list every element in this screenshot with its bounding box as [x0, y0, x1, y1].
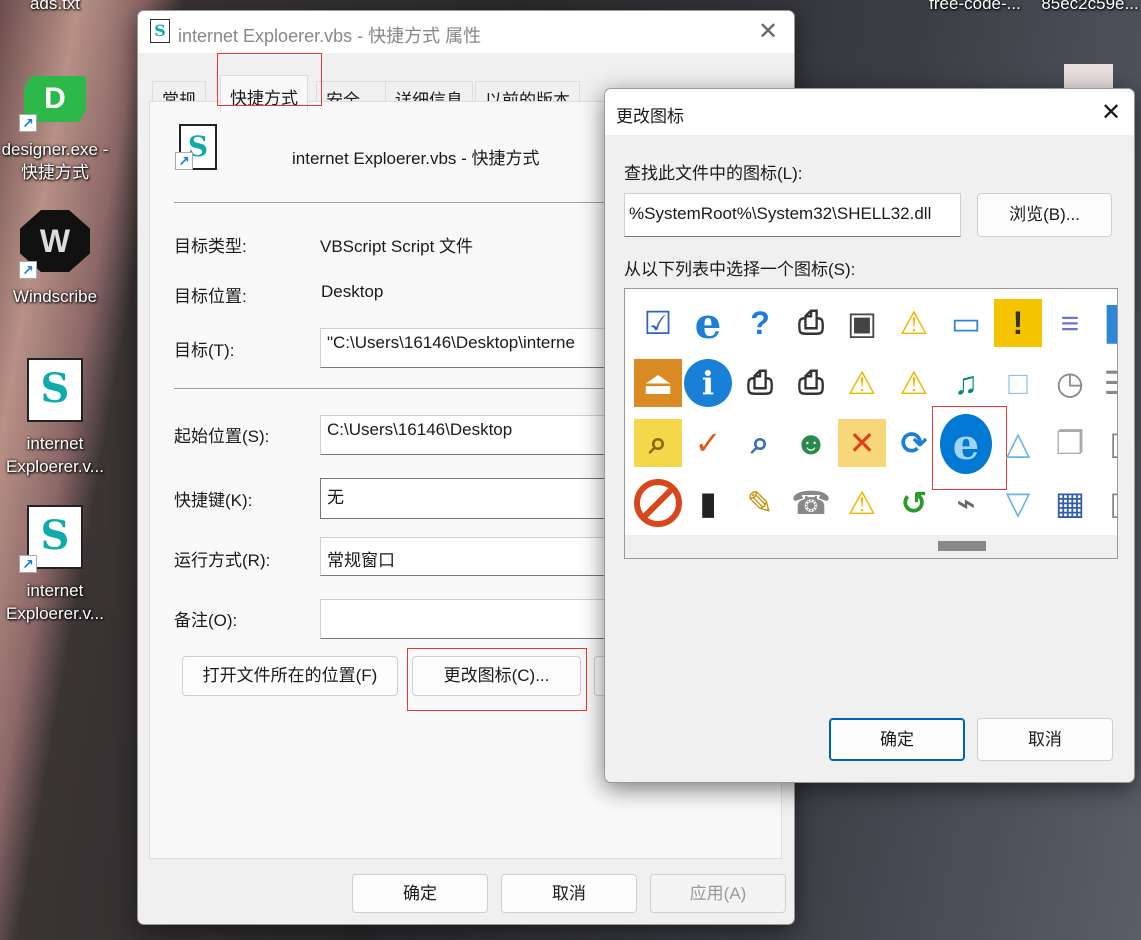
- warning-icon[interactable]: ⚠: [838, 479, 886, 527]
- cancel-button[interactable]: 取消: [501, 874, 637, 913]
- open-file-location-button[interactable]: 打开文件所在的位置(F): [182, 656, 398, 696]
- icon-list[interactable]: ☑e?⎙▣⚠▭!≡▌⏏i⎙⎙⚠⚠♫□◷☰⌕✓⌕☻✕⟳e△❐▯▮✎☎⚠↺⌁▽▦▯: [624, 288, 1118, 559]
- desktop-label-ads[interactable]: ads.txt: [0, 0, 115, 15]
- target-label: 目标(T):: [174, 341, 235, 360]
- desktop-label-free-code[interactable]: free-code-...: [915, 0, 1035, 15]
- triangle-up-icon[interactable]: △: [994, 419, 1042, 467]
- column-icon[interactable]: ▯: [1094, 479, 1117, 527]
- shortcut-arrow-icon: ↗: [175, 152, 193, 170]
- warning-icon[interactable]: ⚠: [890, 299, 938, 347]
- target-type-value: VBScript Script 文件: [320, 237, 474, 256]
- vbs-script-icon: S: [27, 358, 83, 422]
- multimedia-icon[interactable]: ♫: [942, 359, 990, 407]
- highlight-box: [407, 648, 587, 711]
- horizontal-scrollbar[interactable]: [625, 535, 1117, 558]
- stacked-pages-icon[interactable]: ❐: [1046, 419, 1094, 467]
- warning-icon[interactable]: ⚠: [890, 359, 938, 407]
- window-title: internet Exploerer.vbs - 快捷方式 属性: [178, 26, 482, 46]
- usb-drive-icon[interactable]: ⌁: [942, 479, 990, 527]
- run-label: 运行方式(R):: [174, 551, 271, 570]
- desktop-icon-label: internet Exploerer.v...: [6, 581, 104, 623]
- comment-label: 备注(O):: [174, 611, 238, 630]
- printer-check-icon[interactable]: ✓: [684, 419, 732, 467]
- window-icon[interactable]: ▭: [942, 299, 990, 347]
- clock-restore-icon[interactable]: ↺: [890, 479, 938, 527]
- eject-icon[interactable]: ⏏: [634, 359, 682, 407]
- target-location-label: 目标位置:: [174, 287, 247, 306]
- change-icon-dialog: 更改图标 ✕ 查找此文件中的图标(L): %SystemRoot%\System…: [604, 88, 1135, 783]
- printer-search-icon[interactable]: ⌕: [736, 419, 784, 467]
- shortcut-arrow-icon: ↗: [19, 114, 37, 132]
- shortcut-arrow-icon: ↗: [19, 555, 37, 573]
- desktop-icon-label: Windscribe: [12, 287, 98, 306]
- checklist-icon[interactable]: ☑: [634, 299, 682, 347]
- highlight-box: [217, 53, 322, 106]
- target-type-label: 目标类型:: [174, 237, 247, 256]
- target-location-value: Desktop: [321, 282, 384, 301]
- icon-list-label: 从以下列表中选择一个图标(S):: [624, 260, 856, 279]
- browse-button[interactable]: 浏览(B)...: [977, 193, 1112, 237]
- dialog-ok-button[interactable]: 确定: [829, 718, 965, 761]
- desktop-icon-designer[interactable]: D ↗ designer.exe - 快捷方式: [0, 70, 110, 190]
- title-bar: S internet Exploerer.vbs - 快捷方式 属性 ✕: [138, 11, 794, 53]
- document-icon[interactable]: ☰: [1094, 359, 1117, 407]
- blank-square-icon[interactable]: □: [994, 359, 1042, 407]
- desktop-label-85ec[interactable]: 85ec2c59e...: [1030, 0, 1141, 15]
- apply-button[interactable]: 应用(A): [650, 874, 786, 913]
- printer-users-icon[interactable]: ☻: [787, 419, 835, 467]
- printer-paused-icon[interactable]: ⎙: [787, 299, 835, 347]
- printer-paused-icon[interactable]: ⎙: [787, 359, 835, 407]
- server-check-icon[interactable]: ▮: [684, 479, 732, 527]
- triangle-down-icon[interactable]: ▽: [994, 479, 1042, 527]
- vbs-script-icon: S: [150, 19, 170, 43]
- close-icon[interactable]: ✕: [1101, 98, 1121, 127]
- start-in-label: 起始位置(S):: [174, 427, 270, 446]
- hotkey-label: 快捷键(K):: [174, 491, 253, 510]
- dialog-cancel-button[interactable]: 取消: [977, 718, 1113, 761]
- desktop-icon-label: internet Exploerer.v...: [6, 434, 104, 476]
- dialog-title: 更改图标: [616, 107, 684, 126]
- fax-icon[interactable]: ☎: [787, 479, 835, 527]
- icon-file-input[interactable]: %SystemRoot%\System32\SHELL32.dll: [624, 193, 961, 237]
- printer-icon[interactable]: ⎙: [736, 359, 784, 407]
- close-icon[interactable]: ✕: [758, 17, 778, 46]
- warning-icon[interactable]: ⚠: [838, 359, 886, 407]
- internet-explorer-icon[interactable]: e: [940, 414, 992, 474]
- shortcut-arrow-icon: ↗: [19, 261, 37, 279]
- printer-doc-icon[interactable]: ✎: [736, 479, 784, 527]
- ok-button[interactable]: 确定: [352, 874, 488, 913]
- panel-icon[interactable]: ▌: [1094, 299, 1117, 347]
- file-label: 查找此文件中的图标(L):: [624, 164, 803, 183]
- prohibited-icon[interactable]: [634, 479, 682, 527]
- computer-icon[interactable]: ▣: [838, 299, 886, 347]
- desktop-icon-vbs[interactable]: S internet Exploerer.v...: [0, 355, 110, 480]
- grid-window-icon[interactable]: ▦: [1046, 479, 1094, 527]
- sync-icon[interactable]: ⟳: [890, 419, 938, 467]
- help-document-icon[interactable]: ?: [736, 299, 784, 347]
- internet-explorer-icon[interactable]: e: [684, 299, 732, 348]
- desktop-icon-vbs-shortcut[interactable]: S ↗ internet Exploerer.v...: [0, 503, 110, 628]
- desktop-icon-label: designer.exe - 快捷方式: [1, 140, 109, 182]
- dialog-title-bar: 更改图标 ✕: [605, 89, 1134, 135]
- card-search-icon[interactable]: ⌕: [634, 419, 682, 467]
- scrollbar-thumb[interactable]: [938, 541, 986, 551]
- clock-icon[interactable]: ◷: [1046, 359, 1094, 407]
- shield-warning-icon[interactable]: !: [994, 299, 1042, 347]
- desktop-icon-windscribe[interactable]: W ↗ Windscribe: [0, 208, 110, 308]
- icon-file-path: %SystemRoot%\System32\SHELL32.dll: [629, 204, 932, 223]
- file-name: internet Exploerer.vbs - 快捷方式: [292, 149, 540, 168]
- folder-delete-icon[interactable]: ✕: [838, 419, 886, 467]
- filter-icon[interactable]: ≡: [1046, 299, 1094, 347]
- info-icon[interactable]: i: [684, 359, 732, 407]
- column-icon[interactable]: ▯: [1094, 419, 1117, 467]
